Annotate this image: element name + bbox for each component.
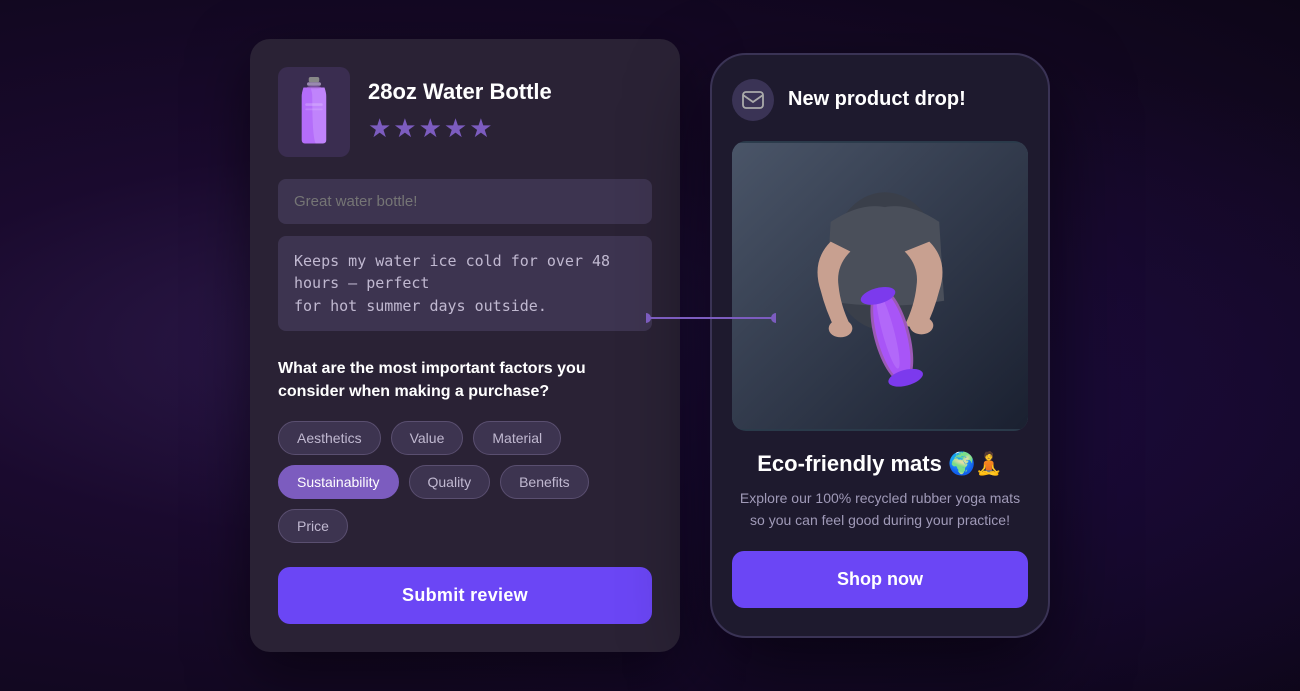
product-name: 28oz Water Bottle (368, 79, 552, 105)
notification-title: New product drop! (788, 88, 966, 111)
product-header: 28oz Water Bottle ★★★★★ (278, 67, 652, 157)
factor-quality[interactable]: Quality (409, 465, 491, 499)
mail-icon-box (732, 79, 774, 121)
factor-aesthetics[interactable]: Aesthetics (278, 421, 381, 455)
factor-price[interactable]: Price (278, 509, 348, 543)
phone-frame: New product drop! (710, 53, 1050, 639)
factor-value[interactable]: Value (391, 421, 464, 455)
scene-wrapper: 28oz Water Bottle ★★★★★ What are the mos… (250, 39, 1050, 652)
submit-review-button[interactable]: Submit review (278, 567, 652, 624)
phone-inner: New product drop! (712, 55, 1048, 637)
notification-bar: New product drop! (732, 79, 1028, 121)
factor-benefits[interactable]: Benefits (500, 465, 589, 499)
review-title-input[interactable] (278, 179, 652, 224)
shop-now-button[interactable]: Shop now (732, 551, 1028, 608)
product-info: 28oz Water Bottle ★★★★★ (368, 79, 552, 144)
yoga-scene-svg (732, 141, 1028, 431)
eco-section: Eco-friendly mats 🌍🧘 Explore our 100% re… (732, 451, 1028, 532)
eco-description: Explore our 100% recycled rubber yoga ma… (732, 487, 1028, 532)
bottle-icon (296, 77, 332, 147)
yoga-product-image (732, 141, 1028, 431)
factor-sustainability[interactable]: Sustainability (278, 465, 399, 499)
factors-grid: Aesthetics Value Material Sustainability… (278, 421, 652, 543)
eco-title: Eco-friendly mats 🌍🧘 (732, 451, 1028, 477)
star-rating: ★★★★★ (368, 113, 552, 144)
product-image-box (278, 67, 350, 157)
review-body-input[interactable] (278, 236, 652, 332)
mail-icon (742, 91, 764, 109)
factor-material[interactable]: Material (473, 421, 561, 455)
review-card: 28oz Water Bottle ★★★★★ What are the mos… (250, 39, 680, 652)
factors-question: What are the most important factors you … (278, 358, 652, 403)
